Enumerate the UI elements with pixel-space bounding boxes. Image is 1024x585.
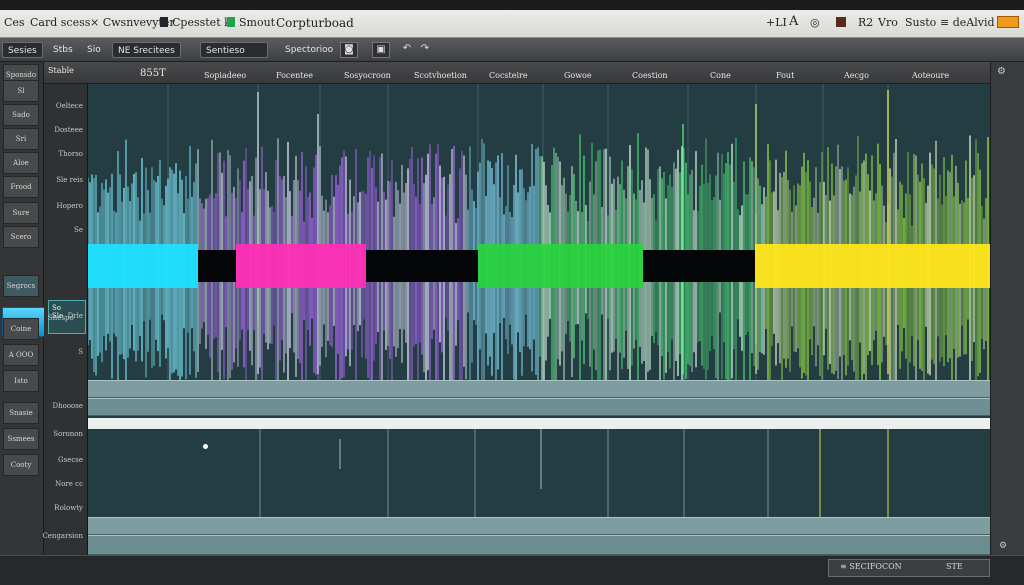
sidebar-item-13[interactable]: Snasie [3, 402, 39, 424]
toolbar-button-4[interactable]: NE Srecitees [112, 42, 181, 58]
title-bar: Ces Card scess × Cwsnvevyter Cpesstet k … [0, 0, 1024, 38]
sidebar-item-9[interactable]: Segrocs [3, 275, 39, 297]
black-gap-2 [366, 250, 478, 282]
camera-icon[interactable]: ◙ [340, 42, 358, 58]
sidebar-item-15[interactable]: Cooty [3, 454, 39, 476]
menu-item-1[interactable]: Ces [4, 16, 25, 29]
tb-right-5[interactable]: ≡ deAlvid [940, 16, 995, 29]
tb-right-1[interactable]: +LI [766, 16, 787, 29]
track-label-6[interactable]: Se [74, 226, 83, 234]
playhead-band[interactable] [88, 418, 990, 429]
selected-label-line-1: So [52, 304, 62, 312]
track-label-14[interactable]: Rolowty [54, 504, 83, 512]
cyan-region [88, 244, 198, 288]
column-header-10[interactable]: Cone [710, 71, 731, 80]
sidebar-item-5[interactable]: Aloe [3, 152, 39, 174]
waveform-bottom-track[interactable] [88, 429, 990, 521]
waveform-editor[interactable] [88, 84, 990, 555]
track-label-2[interactable]: Dosteee [54, 126, 83, 134]
track-label-12[interactable]: Gsecse [58, 456, 83, 464]
tb-right-3[interactable]: Vro [878, 16, 898, 29]
sidebar-item-8[interactable]: Scero [3, 226, 39, 248]
black-gap-1 [198, 250, 236, 282]
toolbar-button-6[interactable]: Spectorioo [280, 42, 338, 58]
waveform-top-track[interactable] [88, 84, 990, 380]
yellow-region [755, 244, 990, 288]
tb-right-4[interactable]: Susto [905, 16, 936, 29]
track-label-5[interactable]: Hopero [56, 202, 83, 210]
column-header-12[interactable]: Aecgo [844, 71, 869, 80]
toolbar-button-5[interactable]: Sentieso [200, 42, 268, 58]
toolbar-button-3[interactable]: Sio [82, 42, 106, 58]
toolbar: Sesies Stbs Sio NE Srecitees Sentieso Sp… [0, 38, 1024, 62]
track-band-4 [88, 535, 990, 555]
column-header-1[interactable]: Stable [48, 66, 74, 75]
column-header-3[interactable]: Sopiadeeo [204, 71, 246, 80]
black-gap-3 [643, 250, 755, 282]
track-label-9[interactable]: S [78, 348, 83, 356]
column-header-13[interactable]: Aoteoure [912, 71, 949, 80]
menu-item-2[interactable]: Card scess [30, 16, 90, 29]
font-icon[interactable]: A [789, 14, 798, 29]
sidebar-item-12[interactable]: Isto [3, 370, 39, 392]
status-bar: ≡ SECIFOCON STE [0, 555, 1024, 585]
track-label-4[interactable]: Sle reis [56, 176, 83, 184]
magenta-region [236, 244, 366, 288]
redo-icon[interactable]: ↷ [416, 42, 434, 58]
brown-square-icon [836, 17, 846, 27]
track-label-10[interactable]: Dhooose [53, 402, 84, 410]
track-band-1 [88, 380, 990, 398]
column-header-8[interactable]: Gowoe [564, 71, 592, 80]
track-band-3 [88, 517, 990, 535]
sidebar-item-11[interactable]: A OOO [3, 344, 39, 366]
green-square-icon [227, 17, 235, 27]
green-region [478, 244, 643, 288]
save-icon[interactable]: ▣ [372, 42, 390, 58]
column-header-9[interactable]: Coestion [632, 71, 668, 80]
target-icon[interactable]: ◎ [810, 16, 820, 29]
column-header-2[interactable]: 855T [140, 68, 166, 79]
sidebar-item-14[interactable]: Ssmees [3, 428, 39, 450]
tb-right-square[interactable] [836, 16, 850, 29]
toolbar-button-2[interactable]: Stbs [48, 42, 78, 58]
sidebar-item-7[interactable]: Sure [3, 202, 39, 224]
column-header-5[interactable]: Sosyocroon [344, 71, 391, 80]
right-panel: ⚙ ⚙ [990, 62, 1024, 555]
undo-icon[interactable]: ↶ [398, 42, 416, 58]
square-icon [160, 17, 168, 27]
window-top-strip [0, 0, 1024, 10]
track-label-3[interactable]: Thorso [58, 150, 83, 158]
status-text: ≡ SECIFOCON [840, 562, 902, 571]
track-labels: Oeltece Dosteee Thorso Sle reis Hopero S… [42, 84, 88, 555]
sidebar-item-10[interactable]: Coine [3, 318, 39, 340]
tb-right-2[interactable]: R2 [858, 16, 873, 29]
track-label-15[interactable]: Cengarsion [42, 532, 83, 540]
record-indicator[interactable] [997, 16, 1019, 28]
menu-item-5[interactable]: Smout [227, 16, 275, 29]
app-title: Corpturboad [276, 16, 354, 30]
sidebar-item-6[interactable]: Frood [3, 176, 39, 198]
column-header-11[interactable]: Fout [776, 71, 794, 80]
sidebar-item-3[interactable]: Sado [3, 104, 39, 126]
track-label-11[interactable]: Soronon [53, 430, 83, 438]
track-label-1[interactable]: Oeltece [56, 102, 83, 110]
track-label-13[interactable]: Nore cc [55, 480, 83, 488]
toolbar-button-1[interactable]: Sesies [2, 42, 43, 58]
column-header-4[interactable]: Focentee [276, 71, 313, 80]
track-band-2 [88, 398, 990, 416]
sidebar-item-2[interactable]: Sl [3, 80, 39, 102]
settings-small-icon[interactable]: ⚙ [999, 541, 1007, 551]
settings-gear-icon[interactable]: ⚙ [997, 66, 1006, 77]
waveform-lines [88, 84, 989, 380]
menu-item-4[interactable]: Cpesstet k [160, 16, 231, 29]
track-label-8[interactable]: Snespo [48, 314, 74, 322]
status-text-2: STE [946, 562, 963, 571]
sidebar: Sponsdo Sl Sado Sri Aloe Frood Sure Scer… [0, 62, 46, 555]
sidebar-item-4[interactable]: Sri [3, 128, 39, 150]
column-header-6[interactable]: Scotvhoetion [414, 71, 467, 80]
column-header: Stable 855T Sopiadeeo Focentee Sosyocroo… [44, 62, 990, 84]
column-header-7[interactable]: Cocsteire [489, 71, 528, 80]
